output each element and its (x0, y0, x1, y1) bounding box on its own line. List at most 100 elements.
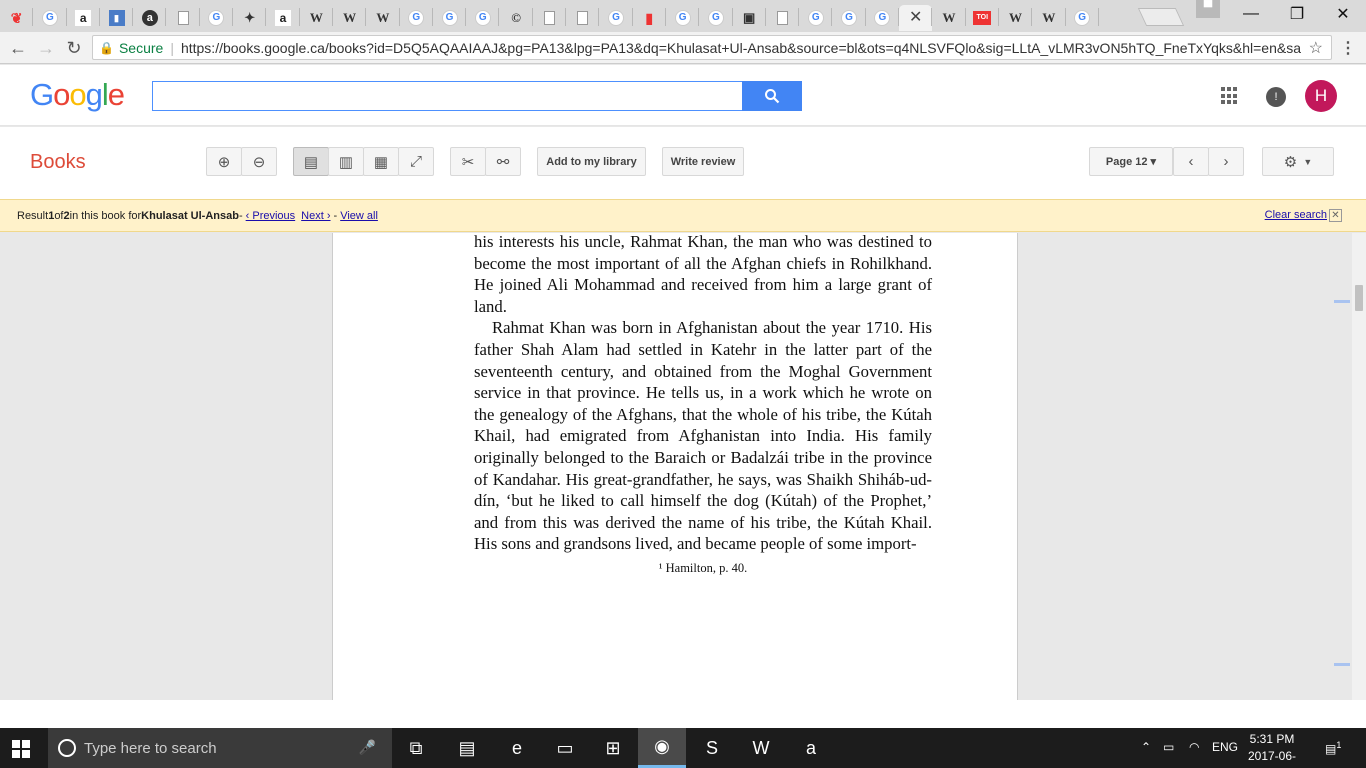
fullscreen-button[interactable]: ⤢ (398, 147, 434, 176)
url-text[interactable]: https://books.google.ca/books?id=D5Q5AQA… (181, 40, 1301, 56)
file-explorer-icon[interactable]: ▭ (541, 728, 589, 768)
browser-tab[interactable]: ▮ (100, 5, 134, 31)
search-hit-marker[interactable] (1334, 663, 1350, 666)
google-icon: G (474, 10, 491, 26)
notes-app-icon[interactable]: ▤ (443, 728, 491, 768)
browser-menu-icon[interactable]: ⋮ (1340, 38, 1356, 58)
search-input[interactable] (152, 81, 744, 111)
taskbar-search-box[interactable]: Type here to search 🎤 (48, 728, 392, 768)
chevron-up-icon[interactable]: ⌃ (1141, 740, 1151, 754)
browser-tab[interactable]: G (33, 5, 67, 31)
settings-button[interactable]: ⚙ ▼ (1262, 147, 1334, 176)
browser-tab[interactable]: ✦ (233, 5, 267, 31)
task-view-icon[interactable]: ⧉ (392, 728, 440, 768)
browser-tab[interactable]: W (999, 5, 1033, 31)
browser-tab[interactable]: G (866, 5, 900, 31)
tab-active[interactable]: ✕ (899, 5, 933, 31)
chrome-icon[interactable]: ◉ (638, 728, 686, 768)
store-icon[interactable]: ⊞ (589, 728, 637, 768)
write-review-button[interactable]: Write review (662, 147, 744, 176)
single-page-icon: ▤ (303, 153, 319, 171)
browser-tab[interactable]: W (300, 5, 334, 31)
close-icon[interactable]: ✕ (908, 10, 924, 26)
browser-tab[interactable]: G (699, 5, 733, 31)
back-button[interactable]: ← (6, 36, 30, 60)
browser-tab[interactable]: G (799, 5, 833, 31)
battery-icon[interactable]: ▭ (1163, 740, 1174, 754)
book-viewer: his interests his uncle, Rahmat Khan, th… (0, 232, 1352, 700)
profile-button[interactable]: ▀ (1196, 0, 1220, 18)
wikipedia-icon: W (942, 10, 956, 25)
books-title[interactable]: Books (30, 151, 86, 174)
browser-tab[interactable]: G (1066, 5, 1100, 31)
close-window-button[interactable]: ✕ (1320, 0, 1366, 28)
browser-tab[interactable]: G (832, 5, 867, 31)
apps-grid-icon[interactable] (1221, 87, 1239, 105)
page-select[interactable]: Page 12 ▾ (1089, 147, 1173, 176)
edge-icon[interactable]: e (493, 728, 541, 768)
browser-tab[interactable]: W (366, 5, 400, 31)
restore-button[interactable]: ❐ (1274, 0, 1320, 28)
browser-tab[interactable]: a (67, 5, 101, 31)
google-logo[interactable]: Google (30, 77, 125, 113)
windows-start-icon[interactable] (12, 740, 30, 758)
browser-tab[interactable]: G (466, 5, 500, 31)
skype-icon[interactable]: S (688, 728, 736, 768)
page-scrollbar[interactable] (1352, 233, 1366, 700)
browser-tab[interactable]: G (666, 5, 700, 31)
zoom-out-button[interactable]: ⊖ (241, 147, 277, 176)
scrollbar-thumb[interactable] (1355, 285, 1363, 311)
clip-button[interactable]: ✂ (450, 147, 486, 176)
previous-page-button[interactable]: ‹ (1173, 147, 1209, 176)
notifications-bell-icon[interactable]: ! (1266, 87, 1286, 107)
browser-tab[interactable]: G (200, 5, 234, 31)
close-icon[interactable]: ✕ (1329, 209, 1342, 222)
browser-tab[interactable]: TOI (966, 5, 1000, 31)
url-bar[interactable]: 🔒 Secure | https://books.google.ca/books… (92, 35, 1332, 60)
zoom-in-button[interactable]: ⊕ (206, 147, 242, 176)
new-tab-button[interactable] (1137, 8, 1185, 26)
add-to-library-button[interactable]: Add to my library (537, 147, 646, 176)
thumbnail-view-button[interactable]: ▦ (363, 147, 399, 176)
avast-icon[interactable]: a (787, 728, 835, 768)
wikipedia-icon: W (1042, 10, 1056, 25)
link-button[interactable]: ⚯ (485, 147, 521, 176)
minimize-button[interactable]: — (1228, 0, 1274, 28)
forward-button[interactable]: → (34, 36, 58, 60)
account-avatar[interactable]: H (1305, 80, 1337, 112)
browser-tab[interactable]: ▮ (633, 5, 667, 31)
previous-result-link[interactable]: ‹ Previous (246, 210, 296, 222)
browser-tab[interactable] (166, 5, 201, 31)
single-page-view-button[interactable]: ▤ (293, 147, 329, 176)
search-button[interactable] (742, 81, 802, 111)
browser-tab[interactable]: W (1032, 5, 1066, 31)
notification-center-icon[interactable]: ▤1 (1325, 740, 1341, 756)
browser-tab[interactable] (766, 5, 800, 31)
browser-tab[interactable]: W (932, 5, 966, 31)
word-icon[interactable]: W (737, 728, 785, 768)
browser-tab[interactable]: G (400, 5, 434, 31)
browser-tab[interactable]: a (133, 5, 167, 31)
browser-tab[interactable]: G (599, 5, 633, 31)
browser-tab[interactable] (566, 5, 600, 31)
next-result-link[interactable]: Next › (301, 210, 330, 222)
two-page-view-button[interactable]: ▥ (328, 147, 364, 176)
browser-tab[interactable] (533, 5, 567, 31)
browser-tab[interactable]: a (266, 5, 300, 31)
clear-search-link[interactable]: Clear search (1265, 209, 1327, 221)
browser-tab[interactable]: ❦ (0, 5, 34, 31)
browser-tab[interactable]: ▣ (733, 5, 767, 31)
wifi-icon[interactable]: ◠ (1189, 740, 1199, 754)
next-page-button[interactable]: › (1208, 147, 1244, 176)
view-all-link[interactable]: View all (340, 210, 378, 222)
taskbar-clock[interactable]: 5:31 PM 2017-06-06 (1244, 731, 1300, 768)
browser-tab[interactable]: © (499, 5, 534, 31)
bookmark-star-icon[interactable]: ☆ (1309, 38, 1323, 58)
search-hit-marker[interactable] (1334, 300, 1350, 303)
microphone-icon[interactable]: 🎤 (359, 739, 376, 756)
reload-button[interactable]: ↻ (62, 36, 86, 60)
language-indicator[interactable]: ENG (1212, 740, 1238, 754)
browser-tab[interactable]: G (433, 5, 467, 31)
address-toolbar: ← → ↻ 🔒 Secure | https://books.google.ca… (0, 32, 1366, 64)
browser-tab[interactable]: W (333, 5, 367, 31)
